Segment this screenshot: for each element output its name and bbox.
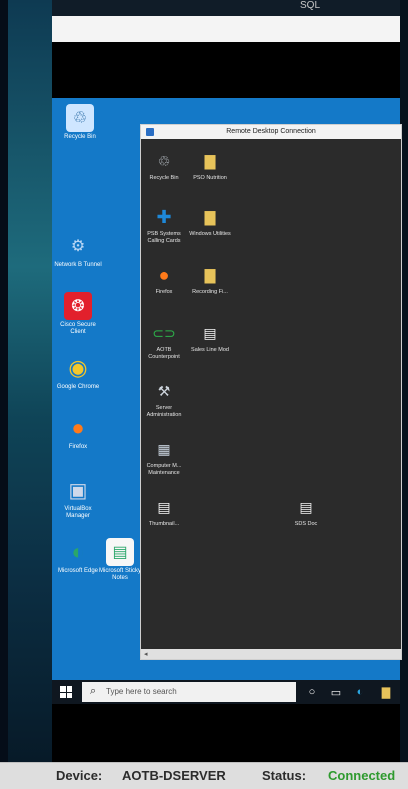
edge-icon: ◐ [71, 539, 85, 564]
rdc-title: Remote Desktop Connection [226, 128, 316, 135]
folder-icon[interactable]: ▇ [378, 684, 394, 700]
rdc-icon-psb-systems[interactable]: ✚ PSB Systems Calling Cards [141, 205, 187, 245]
notepad-icon: ▤ [106, 538, 134, 566]
background-top [52, 0, 408, 16]
firefox-icon: ● [71, 415, 85, 440]
rdc-icon-thumbnail[interactable]: ▤ Thumbnail... [141, 495, 187, 528]
desktop-icon-virtualbox[interactable]: ▣ VirtualBox Manager [52, 476, 104, 520]
desktop-icon-firefox[interactable]: ● Firefox [52, 414, 104, 451]
firefox-icon: ● [158, 264, 170, 285]
document-icon: ▤ [299, 498, 313, 515]
folder-icon: ▇ [204, 266, 216, 283]
rdc-icon-computer[interactable]: ▦ Computer M... Maintenance [141, 437, 187, 477]
rdc-icon-recycle-bin[interactable]: ♲ Recycle Bin [141, 149, 187, 182]
chrome-icon: ◉ [68, 355, 88, 380]
desktop-icon-network-tunnel[interactable]: ⚙ Network B Tunnel [52, 232, 104, 269]
cisco-icon: ❂ [64, 292, 92, 320]
virtualbox-icon: ▣ [68, 479, 88, 502]
folder-icon: ▇ [204, 208, 216, 225]
top-readout: SQL [300, 0, 321, 11]
rdc-icon-windows-utilities[interactable]: ▇ Windows Utilities [187, 205, 233, 238]
task-view-icon[interactable]: ○ [304, 684, 320, 700]
rdc-icon-server-admin[interactable]: ⚒ Server Administration [141, 379, 187, 419]
viewer-black-bottom [52, 704, 400, 762]
desktop-icon-cisco[interactable]: ❂ Cisco Secure Client [52, 292, 104, 336]
rdc-horizontal-scrollbar[interactable]: ◂ [141, 649, 401, 659]
server-admin-icon: ⚒ [157, 382, 171, 399]
folder-icon: ▇ [204, 152, 216, 169]
counterpoint-icon: ⊂⊃ [152, 324, 176, 341]
file-explorer-icon[interactable]: ▭ [328, 684, 344, 700]
device-value: AOTB-DSERVER [122, 768, 226, 783]
rdc-icon-recording-folder[interactable]: ▇ Recording Fi... [187, 263, 233, 296]
rdc-remote-desktop[interactable]: ♲ Recycle Bin ▇ PSO Nutrition ✚ PSB Syst… [141, 139, 401, 647]
viewer-header-strip [52, 16, 400, 42]
document-icon: ▤ [203, 324, 217, 341]
document-icon: ▤ [157, 498, 171, 515]
rdc-icon-sds-doc[interactable]: ▤ SDS Doc [283, 495, 329, 528]
desktop-icon-recycle-bin[interactable]: ♲ Recycle Bin [54, 104, 106, 141]
status-value: Connected [328, 768, 396, 783]
computer-icon: ▦ [157, 440, 171, 457]
rdc-icon-pso-folder[interactable]: ▇ PSO Nutrition [187, 149, 233, 182]
viewer-black-band [52, 42, 400, 98]
rdc-icon-counterpoint[interactable]: ⊂⊃ AOTB Counterpoint [141, 321, 187, 361]
device-label: Device: [56, 768, 103, 783]
recycle-bin-icon: ♲ [66, 104, 94, 132]
background-left [0, 0, 52, 762]
edge-icon[interactable]: ◐ [352, 684, 368, 700]
windows-start-icon[interactable] [60, 686, 72, 698]
network-tunnel-icon: ⚙ [70, 238, 86, 255]
status-label: Status: [262, 768, 307, 783]
desktop-icon-chrome[interactable]: ◉ Google Chrome [52, 354, 104, 391]
psb-icon: ✚ [156, 206, 172, 227]
rdc-icon-firefox[interactable]: ● Firefox [141, 263, 187, 296]
taskbar: ⌕ Type here to search ○ ▭ ◐ ▇ [52, 680, 400, 704]
rdc-title-bar[interactable]: Remote Desktop Connection [141, 125, 401, 139]
remote-desktop-connection-window[interactable]: Remote Desktop Connection ♲ Recycle Bin … [140, 124, 402, 660]
recycle-bin-icon: ♲ [157, 152, 171, 169]
search-placeholder: Type here to search [106, 687, 177, 696]
rdc-icon-sales-line[interactable]: ▤ Sales Line Mod [187, 321, 233, 354]
status-bar: Device: AOTB-DSERVER Status: Connected [0, 762, 408, 789]
search-icon: ⌕ [90, 685, 97, 697]
desktop-icon-sticky-notes[interactable]: ▤ Microsoft Sticky Notes [94, 538, 146, 582]
taskbar-search-box[interactable]: ⌕ Type here to search [82, 682, 296, 702]
scroll-left-arrow-icon[interactable]: ◂ [144, 650, 148, 658]
